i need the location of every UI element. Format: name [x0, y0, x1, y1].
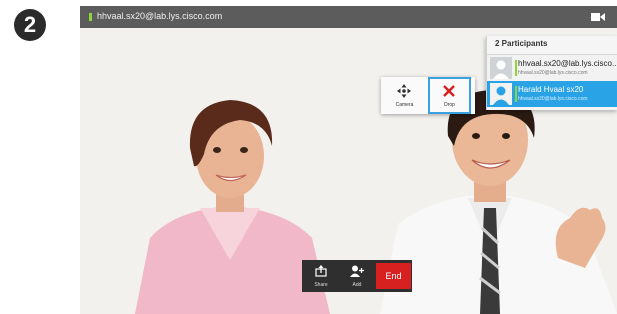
add-label: Add: [352, 282, 362, 288]
share-icon: [315, 265, 327, 277]
share-label: Share: [314, 282, 328, 288]
participant-address: hhvaal.sx20@lab.lys.cisco.com: [518, 70, 588, 76]
status-bar: hhvaal.sx20@lab.lys.cisco.com: [80, 6, 617, 28]
connection-indicator: [89, 13, 92, 21]
participants-header: 2 Participants: [495, 39, 548, 48]
participant-action-popup: Camera Drop: [381, 77, 475, 114]
status-indicator: [515, 60, 517, 76]
participant-row[interactable]: hhvaal.sx20@lab.lys.cisco.... hhvaal.sx2…: [487, 54, 617, 81]
participant-row-selected[interactable]: Harald Hvaal sx20 hhvaal.sx20@lab.lys.ci…: [487, 81, 617, 107]
avatar-icon: [490, 57, 512, 79]
camera-label: Camera: [395, 102, 414, 108]
step-number-badge: 2: [14, 9, 46, 41]
drop-label: Drop: [444, 102, 455, 108]
end-call-button[interactable]: End: [376, 263, 411, 289]
participant-address: hhvaal.sx20@lab.lys.cisco.com: [518, 96, 588, 102]
drop-participant-button[interactable]: Drop: [428, 77, 471, 114]
share-button[interactable]: Share: [303, 260, 339, 292]
call-control-bar: Share Add End: [302, 260, 412, 292]
participants-panel: 2 Participants hhvaal.sx20@lab.lys.cisco…: [486, 36, 617, 110]
video-call-screen: hhvaal.sx20@lab.lys.cisco.com 2 Particip…: [80, 6, 617, 314]
status-indicator: [515, 86, 517, 102]
participant-name: hhvaal.sx20@lab.lys.cisco....: [518, 59, 616, 68]
avatar-icon: [490, 83, 512, 105]
local-address: hhvaal.sx20@lab.lys.cisco.com: [97, 11, 223, 21]
camera-control-button[interactable]: Camera: [383, 77, 426, 114]
camera-icon[interactable]: [591, 12, 605, 22]
move-arrows-icon: [397, 84, 411, 98]
close-icon: [443, 85, 455, 97]
add-user-icon: [350, 265, 364, 277]
add-participant-button[interactable]: Add: [339, 260, 375, 292]
participant-name: Harald Hvaal sx20: [518, 85, 584, 94]
